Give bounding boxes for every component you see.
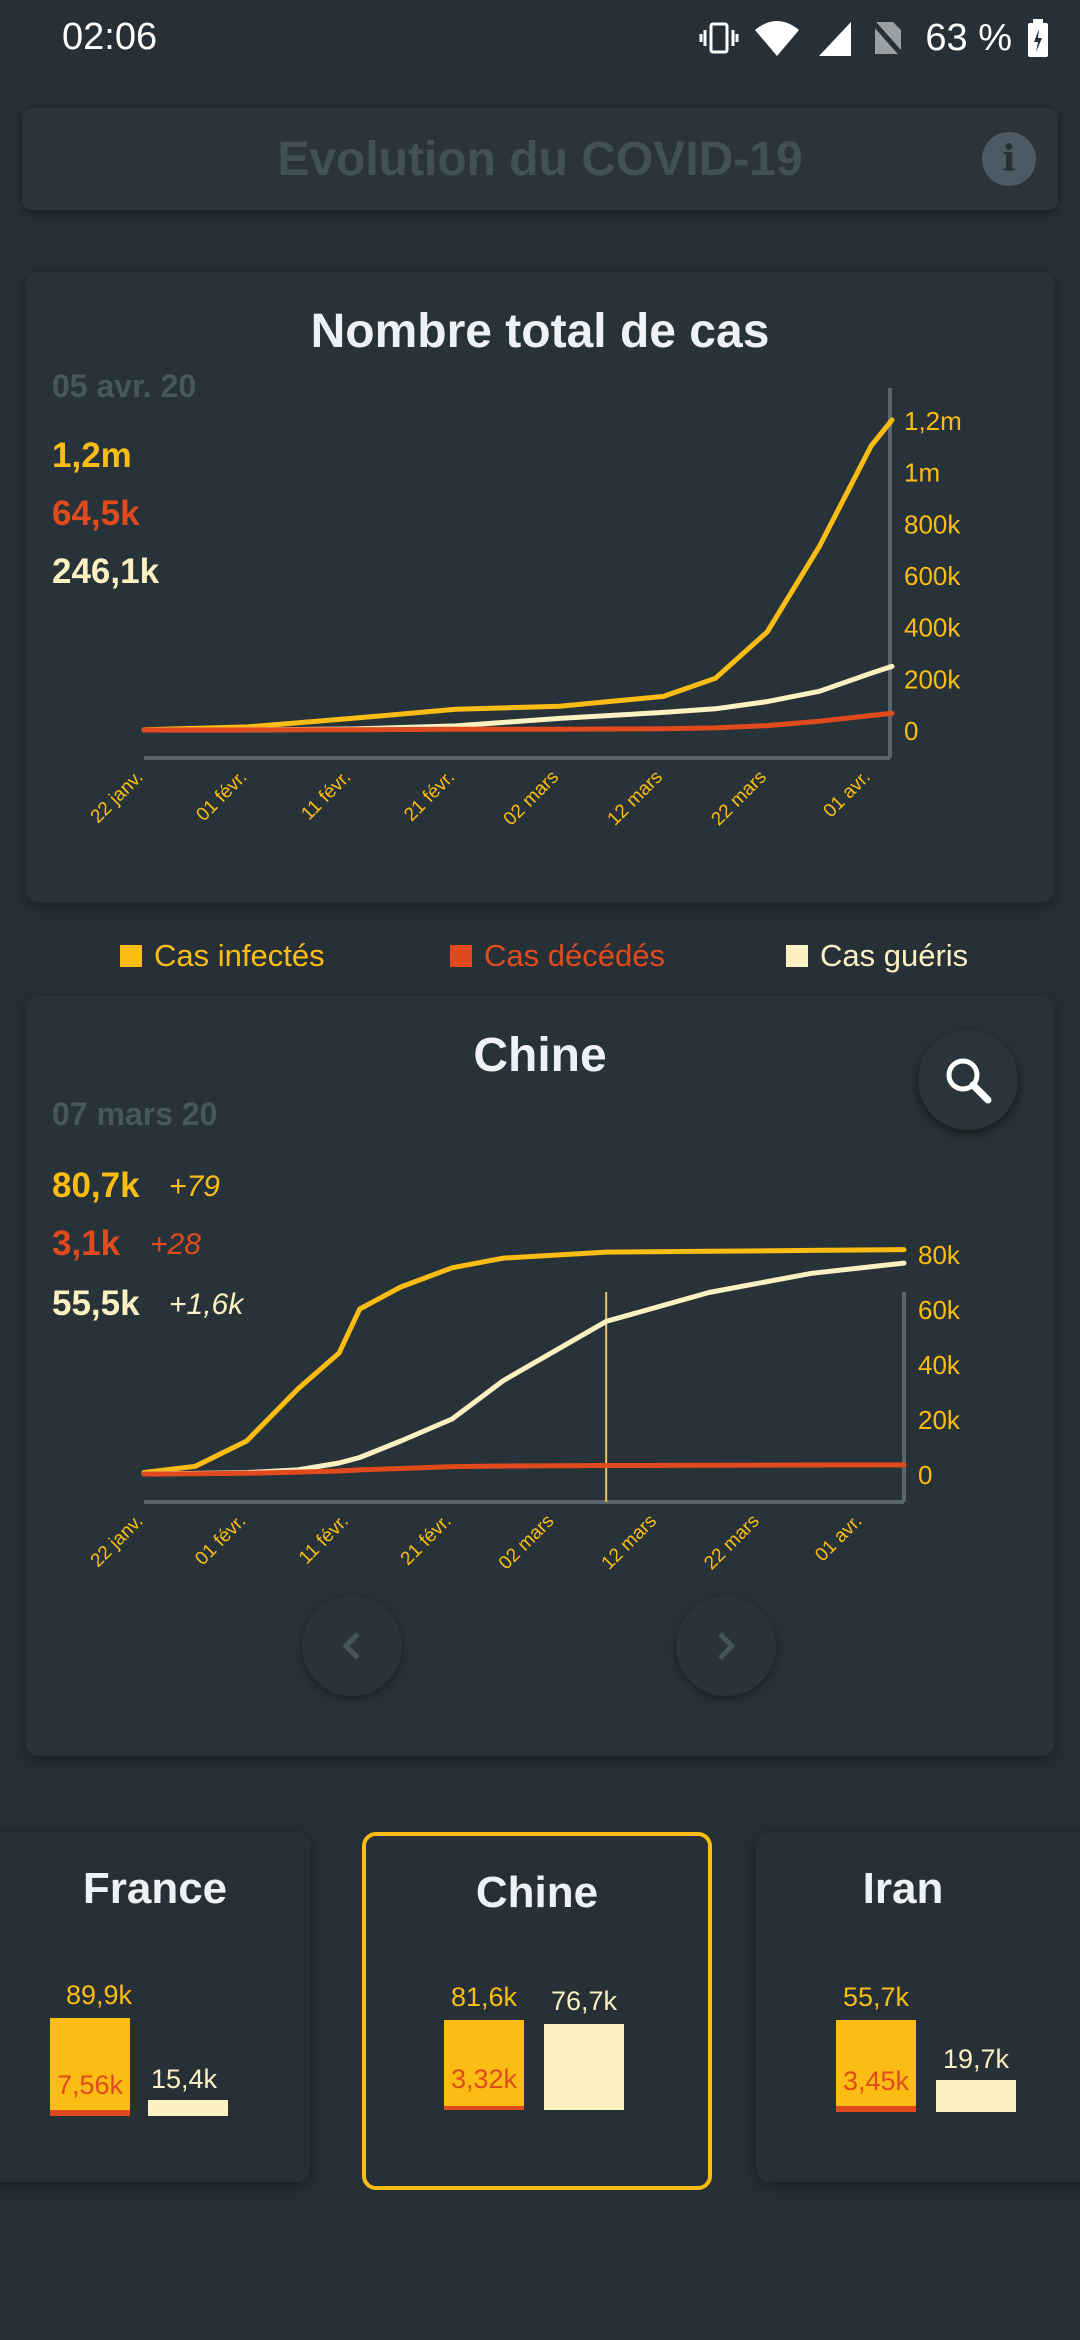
series-line-recovered [141, 1260, 907, 1477]
vibrate-icon [699, 22, 739, 54]
country-tile-name: Chine [475, 1868, 599, 1917]
legend: Cas infectés Cas décédés Cas guéris [0, 938, 1080, 988]
tile-deaths-label: 3,32k [450, 2064, 518, 2094]
y-tick-label: 80k [918, 1240, 961, 1270]
y-tick-label: 40k [918, 1350, 961, 1380]
status-time: 02:06 [62, 16, 158, 58]
y-tick-label: 1m [904, 458, 940, 488]
tile-recovered-label: 15,4k [150, 2064, 218, 2094]
x-tick-label: 12 mars [604, 767, 667, 830]
x-tick-label: 21 févr. [397, 1511, 456, 1570]
legend-deaths-label: Cas décédés [484, 938, 665, 973]
tile-deaths-bar [444, 2106, 524, 2110]
country-tile-france[interactable]: France 89,9k 7,56k 15,4k [0, 1832, 310, 2182]
app-title: Evolution du COVID-19 [277, 133, 803, 186]
tile-recovered-bar [148, 2100, 228, 2116]
x-tick-label: 11 févr. [295, 1511, 353, 1569]
tile-recovered-label: 19,7k [942, 2044, 1010, 2074]
y-tick-label: 800k [904, 509, 961, 539]
previous-date-button[interactable] [302, 1596, 402, 1696]
y-tick-label: 600k [904, 561, 961, 591]
legend-deaths[interactable]: Cas décédés [450, 938, 665, 974]
tile-recovered-bar [544, 2024, 624, 2110]
tile-deaths-bar [836, 2106, 916, 2112]
legend-infected[interactable]: Cas infectés [120, 938, 325, 974]
country-chart[interactable]: 0 20k 40k 60k 80k 22 janv. 01 févr. 11 févr. 21 … [26, 996, 1054, 1756]
y-tick-label: 1,2m [904, 406, 962, 436]
x-tick-label: 21 févr. [400, 767, 459, 826]
y-tick-label: 60k [918, 1295, 961, 1325]
x-tick-label: 02 mars [500, 767, 563, 830]
country-tile-chine[interactable]: Chine 81,6k 3,32k 76,7k [362, 1832, 712, 2190]
series-line-infected [141, 1247, 907, 1475]
x-tick-label: 01 avr. [811, 1511, 866, 1566]
y-tick-label: 400k [904, 613, 961, 643]
battery-icon [1028, 19, 1048, 57]
legend-deaths-swatch [450, 945, 472, 967]
legend-recovered[interactable]: Cas guéris [786, 938, 968, 974]
signal-icon [819, 22, 852, 56]
x-tick-label: 22 janv. [87, 767, 148, 828]
total-cases-card: Nombre total de cas 05 avr. 20 1,2m 64,5… [26, 272, 1054, 902]
x-tick-label: 11 févr. [297, 767, 355, 825]
x-tick-label: 01 févr. [191, 1511, 250, 1570]
tile-deaths-bar [50, 2110, 130, 2116]
battery-percent: 63 % [925, 16, 1012, 59]
country-card: Chine 07 mars 20 80,7k +79 3,1k +28 55,5… [26, 996, 1054, 1756]
no-sim-icon [869, 18, 906, 58]
y-tick-label: 200k [904, 664, 961, 694]
tile-infected-label: 89,9k [65, 1980, 133, 2010]
x-tick-label: 22 mars [707, 767, 770, 830]
series-line-infected [141, 417, 895, 733]
tile-infected-bar [50, 2018, 130, 2116]
x-tick-label: 01 févr. [193, 767, 252, 826]
header-bar: Evolution du COVID-19 i [22, 108, 1058, 210]
x-tick-label: 02 mars [495, 1511, 558, 1574]
next-date-button[interactable] [676, 1596, 776, 1696]
tile-deaths-label: 3,45k [842, 2066, 910, 2096]
tile-recovered-bar [936, 2080, 1016, 2112]
x-tick-label: 22 janv. [87, 1511, 148, 1572]
y-tick-label: 0 [918, 1460, 932, 1490]
legend-recovered-label: Cas guéris [820, 938, 969, 973]
legend-infected-swatch [120, 945, 142, 967]
total-cases-chart[interactable]: 0 200k 400k 600k 800k 1m 1,2m 22 janv. 01 févr. 1… [26, 272, 1054, 902]
legend-recovered-swatch [786, 945, 808, 967]
tile-recovered-label: 76,7k [550, 1986, 618, 2016]
series-line-deaths [141, 1462, 907, 1477]
chevron-right-icon [718, 1632, 736, 1660]
tile-deaths-label: 7,56k [56, 2070, 124, 2100]
info-icon[interactable]: i [982, 132, 1036, 186]
y-tick-label: 20k [918, 1405, 961, 1435]
x-tick-label: 12 mars [598, 1511, 661, 1574]
country-tile-name: Iran [862, 1864, 944, 1913]
tile-infected-label: 81,6k [450, 1982, 518, 2012]
y-tick-label: 0 [904, 716, 918, 746]
series-line-recovered [141, 663, 895, 733]
status-icons: 63 % [699, 14, 1050, 62]
legend-infected-label: Cas infectés [154, 938, 325, 973]
x-tick-label: 01 avr. [820, 767, 875, 822]
chevron-left-icon [342, 1632, 360, 1660]
country-tile-iran[interactable]: Iran 55,7k 3,45k 19,7k [756, 1832, 1080, 2182]
tile-infected-label: 55,7k [842, 1982, 910, 2012]
country-tile-name: France [82, 1864, 228, 1913]
wifi-icon [755, 21, 800, 56]
x-tick-label: 22 mars [700, 1511, 763, 1574]
